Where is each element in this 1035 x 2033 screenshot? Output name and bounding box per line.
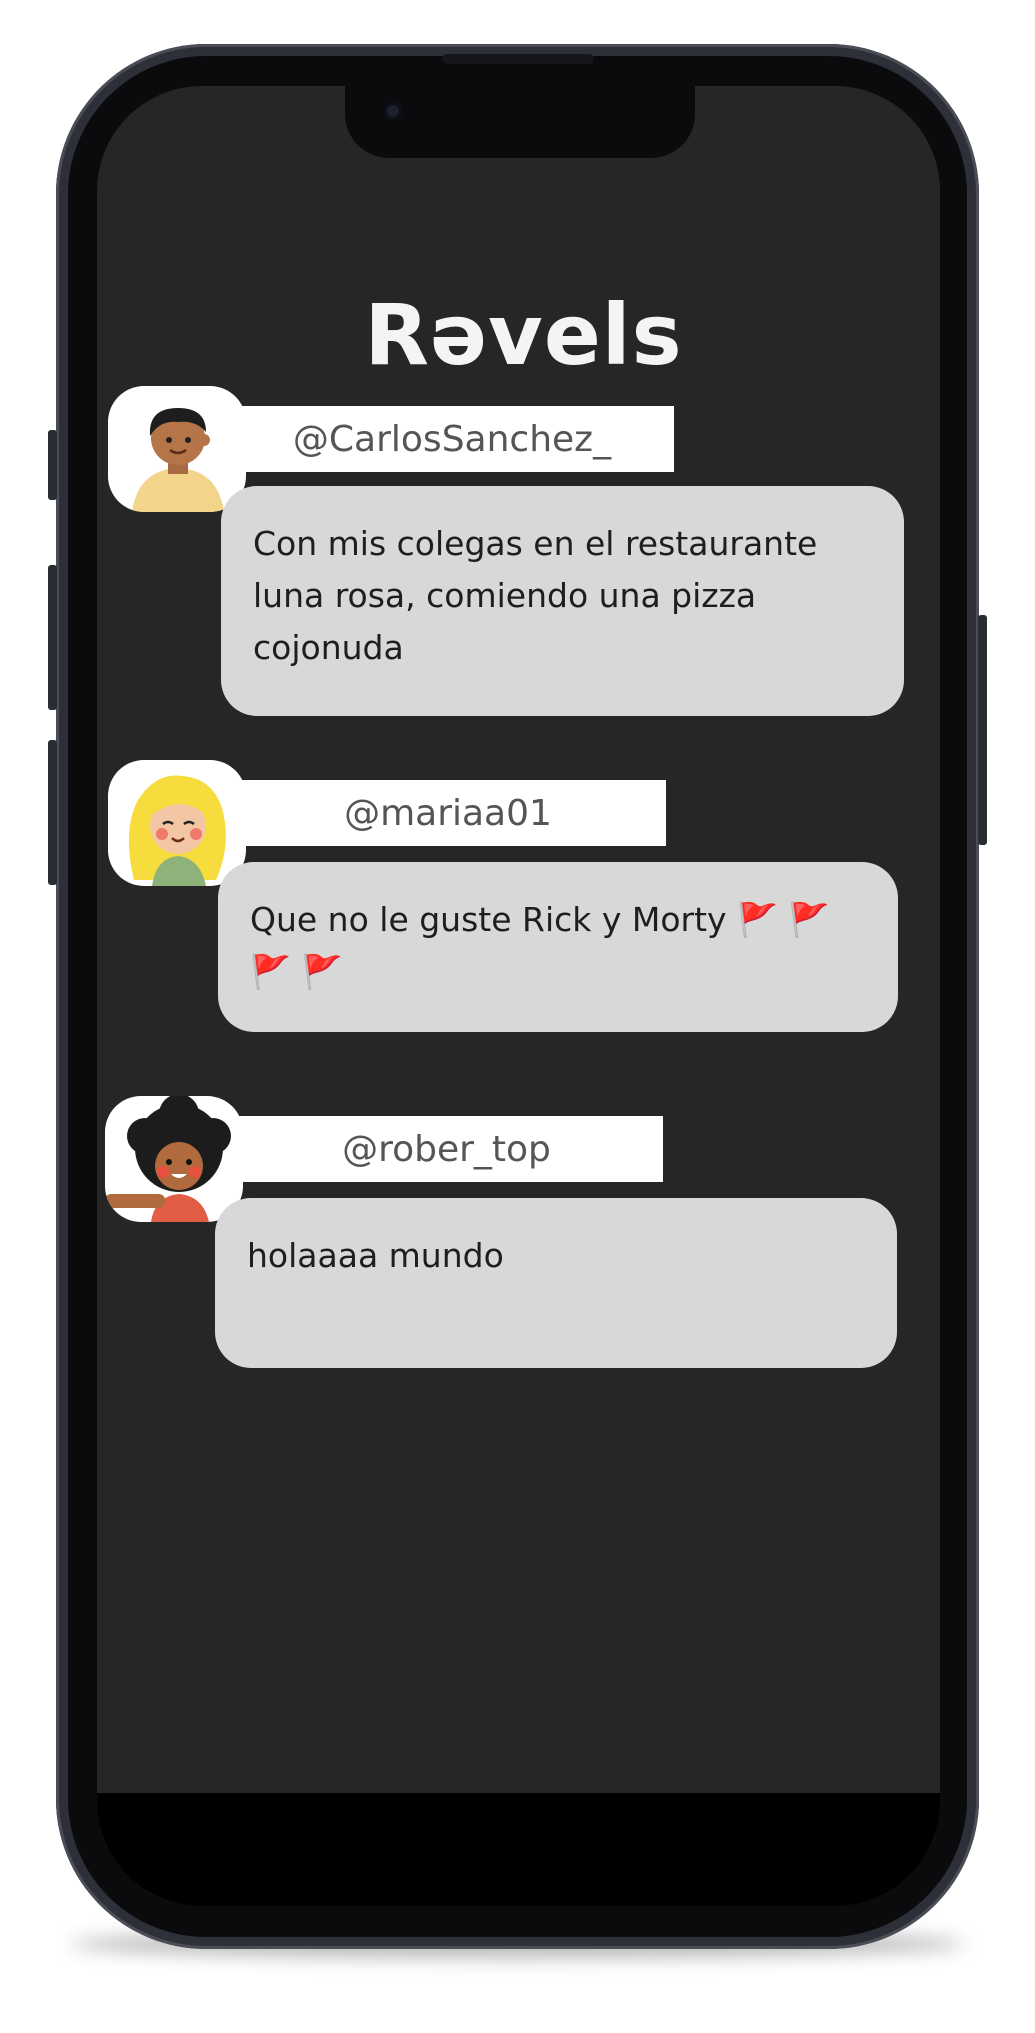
- camera-icon: [384, 102, 402, 120]
- blonde-girl-avatar-icon[interactable]: [108, 760, 246, 886]
- curly-hair-avatar-icon[interactable]: [105, 1096, 243, 1222]
- speaker-grille: [442, 54, 594, 64]
- post-bubble[interactable]: Que no le guste Rick y Morty 🚩 🚩 🚩 🚩: [218, 862, 898, 1032]
- post-bubble[interactable]: Con mis colegas en el restaurante luna r…: [221, 486, 904, 716]
- volume-up-button: [48, 565, 57, 710]
- post-text: Con mis colegas en el restaurante luna r…: [253, 524, 818, 667]
- post-handle[interactable]: @mariaa01: [230, 780, 666, 846]
- screen: Rəvels @CarlosSanchez_ Con mis colegas e…: [97, 86, 940, 1906]
- post-handle[interactable]: @CarlosSanchez_: [230, 406, 674, 472]
- bottom-bar: [97, 1793, 940, 1906]
- post-text: holaaaa mundo: [247, 1236, 504, 1275]
- post-handle[interactable]: @rober_top: [230, 1116, 663, 1182]
- volume-down-button: [48, 740, 57, 885]
- boy-avatar-icon[interactable]: [108, 386, 246, 512]
- silent-switch: [48, 430, 57, 500]
- app-title: Rəvels: [364, 286, 683, 384]
- post-text: Que no le guste Rick y Morty: [250, 900, 727, 939]
- power-button: [978, 615, 987, 845]
- notch: [345, 86, 695, 158]
- post-bubble[interactable]: holaaaa mundo: [215, 1198, 897, 1368]
